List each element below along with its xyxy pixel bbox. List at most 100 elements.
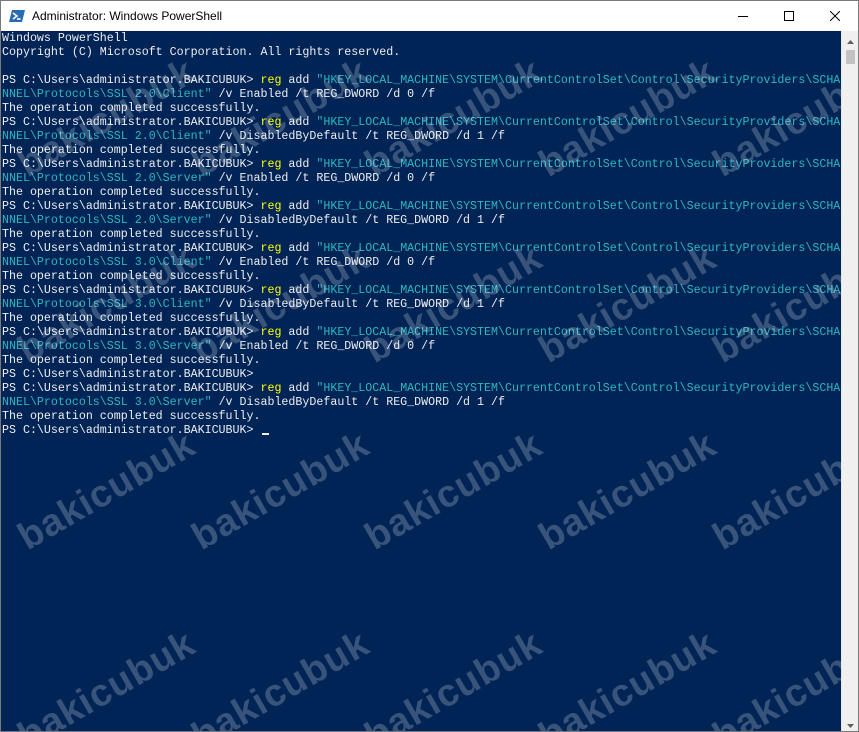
console-text: /v DisabledByDefault /t REG_DWORD /d 1 /… xyxy=(211,298,505,311)
console-text: /v Enabled /t REG_DWORD /d 0 /f xyxy=(211,256,436,269)
console-text: /v DisabledByDefault /t REG_DWORD /d 1 /… xyxy=(211,214,505,227)
console-text: PS C:\Users\administrator.BAKICUBUK> xyxy=(2,116,261,129)
console-line: The operation completed successfully. xyxy=(2,410,841,424)
console-line: NNEL\Protocols\SSL 3.0\Client" /v Enable… xyxy=(2,256,841,270)
minimize-icon xyxy=(738,11,748,21)
console-text: reg xyxy=(260,116,282,129)
console-text: add xyxy=(281,74,317,87)
powershell-window: Administrator: Windows PowerShell Window… xyxy=(0,0,859,732)
console-line: PS C:\Users\administrator.BAKICUBUK> reg… xyxy=(2,326,841,340)
console-text: PS C:\Users\administrator.BAKICUBUK> xyxy=(2,382,261,395)
scroll-down-button[interactable] xyxy=(842,715,858,732)
console-line: Windows PowerShell xyxy=(2,32,841,46)
console-text: Copyright (C) Microsoft Corporation. All… xyxy=(2,46,401,59)
console-text: PS C:\Users\administrator.BAKICUBUK> xyxy=(2,242,261,255)
powershell-icon xyxy=(9,8,25,24)
console-text: PS C:\Users\administrator.BAKICUBUK> xyxy=(2,74,261,87)
console-line: The operation completed successfully. xyxy=(2,186,841,200)
console-text: The operation completed successfully. xyxy=(2,270,261,283)
console-text: NNEL\Protocols\SSL 2.0\Client" xyxy=(2,130,212,143)
console-line: Copyright (C) Microsoft Corporation. All… xyxy=(2,46,841,60)
chevron-down-icon xyxy=(847,715,854,732)
console-text: "HKEY_LOCAL_MACHINE\SYSTEM\CurrentContro… xyxy=(316,242,841,255)
console-text: PS C:\Users\administrator.BAKICUBUK> xyxy=(2,200,261,213)
close-button[interactable] xyxy=(812,1,858,31)
console-text: add xyxy=(281,284,317,297)
console-line: PS C:\Users\administrator.BAKICUBUK> xyxy=(2,368,841,382)
console-line: PS C:\Users\administrator.BAKICUBUK> reg… xyxy=(2,284,841,298)
maximize-button[interactable] xyxy=(766,1,812,31)
console-text: add xyxy=(281,326,317,339)
console-text: /v DisabledByDefault /t REG_DWORD /d 1 /… xyxy=(211,130,505,143)
console-line: NNEL\Protocols\SSL 3.0\Server" /v Disabl… xyxy=(2,396,841,410)
console-text: reg xyxy=(260,284,282,297)
console-text: Windows PowerShell xyxy=(2,32,128,45)
console-line: NNEL\Protocols\SSL 2.0\Server" /v Disabl… xyxy=(2,214,841,228)
console-line: The operation completed successfully. xyxy=(2,270,841,284)
console-line: NNEL\Protocols\SSL 2.0\Client" /v Disabl… xyxy=(2,130,841,144)
console-text: PS C:\Users\administrator.BAKICUBUK> xyxy=(2,158,261,171)
console-text: /v DisabledByDefault /t REG_DWORD /d 1 /… xyxy=(211,396,505,409)
console-text: /v Enabled /t REG_DWORD /d 0 /f xyxy=(211,340,436,353)
vertical-scrollbar[interactable] xyxy=(841,31,858,732)
console-text: PS C:\Users\administrator.BAKICUBUK> xyxy=(2,284,261,297)
console-text: The operation completed successfully. xyxy=(2,144,261,157)
console-text: "HKEY_LOCAL_MACHINE\SYSTEM\CurrentContro… xyxy=(316,284,841,297)
console-text: "HKEY_LOCAL_MACHINE\SYSTEM\CurrentContro… xyxy=(316,200,841,213)
console-line: NNEL\Protocols\SSL 3.0\Client" /v Disabl… xyxy=(2,298,841,312)
console-text: /v Enabled /t REG_DWORD /d 0 /f xyxy=(211,88,436,101)
console-line: NNEL\Protocols\SSL 2.0\Client" /v Enable… xyxy=(2,88,841,102)
console-text: reg xyxy=(260,326,282,339)
console-text: reg xyxy=(260,200,282,213)
console-text: reg xyxy=(260,74,282,87)
chevron-up-icon xyxy=(847,31,854,49)
console-text: add xyxy=(281,116,317,129)
console-text: NNEL\Protocols\SSL 3.0\Server" xyxy=(2,396,212,409)
close-icon xyxy=(830,11,840,21)
console-text: "HKEY_LOCAL_MACHINE\SYSTEM\CurrentContro… xyxy=(316,158,841,171)
console-text: add xyxy=(281,200,317,213)
console-text: NNEL\Protocols\SSL 2.0\Server" xyxy=(2,214,212,227)
console-text: PS C:\Users\administrator.BAKICUBUK> xyxy=(2,326,261,339)
scroll-up-button[interactable] xyxy=(842,31,858,49)
console-text: reg xyxy=(260,382,282,395)
console-text: "HKEY_LOCAL_MACHINE\SYSTEM\CurrentContro… xyxy=(316,116,841,129)
console-text: /v Enabled /t REG_DWORD /d 0 /f xyxy=(211,172,436,185)
console-line: PS C:\Users\administrator.BAKICUBUK> reg… xyxy=(2,74,841,88)
console-text: reg xyxy=(260,158,282,171)
console-text: NNEL\Protocols\SSL 2.0\Client" xyxy=(2,88,212,101)
console-text: The operation completed successfully. xyxy=(2,312,261,325)
console-line: The operation completed successfully. xyxy=(2,102,841,116)
console-line: PS C:\Users\administrator.BAKICUBUK> xyxy=(2,424,841,438)
console-text: PS C:\Users\administrator.BAKICUBUK> xyxy=(2,424,261,437)
window-title: Administrator: Windows PowerShell xyxy=(32,9,223,23)
console-line: PS C:\Users\administrator.BAKICUBUK> reg… xyxy=(2,382,841,396)
console-text: add xyxy=(281,158,317,171)
text-cursor xyxy=(262,433,270,435)
console-line: NNEL\Protocols\SSL 2.0\Server" /v Enable… xyxy=(2,172,841,186)
console-line: PS C:\Users\administrator.BAKICUBUK> reg… xyxy=(2,116,841,130)
maximize-icon xyxy=(784,11,794,21)
console-line: The operation completed successfully. xyxy=(2,144,841,158)
minimize-button[interactable] xyxy=(720,1,766,31)
console-text: "HKEY_LOCAL_MACHINE\SYSTEM\CurrentContro… xyxy=(316,382,841,395)
console-line: The operation completed successfully. xyxy=(2,354,841,368)
console-text: add xyxy=(281,242,317,255)
console-text: NNEL\Protocols\SSL 3.0\Server" xyxy=(2,340,212,353)
console-text: The operation completed successfully. xyxy=(2,354,261,367)
console-text: NNEL\Protocols\SSL 3.0\Client" xyxy=(2,298,212,311)
console-text: add xyxy=(281,382,317,395)
console-text: NNEL\Protocols\SSL 2.0\Server" xyxy=(2,172,212,185)
console-line: PS C:\Users\administrator.BAKICUBUK> reg… xyxy=(2,242,841,256)
console-line: PS C:\Users\administrator.BAKICUBUK> reg… xyxy=(2,200,841,214)
console-text: The operation completed successfully. xyxy=(2,186,261,199)
console-text: reg xyxy=(260,242,282,255)
console-text: The operation completed successfully. xyxy=(2,228,261,241)
title-bar[interactable]: Administrator: Windows PowerShell xyxy=(1,1,858,31)
console-line: NNEL\Protocols\SSL 3.0\Server" /v Enable… xyxy=(2,340,841,354)
scrollbar-thumb[interactable] xyxy=(846,50,855,64)
console-text: PS C:\Users\administrator.BAKICUBUK> xyxy=(2,368,254,381)
console-text: "HKEY_LOCAL_MACHINE\SYSTEM\CurrentContro… xyxy=(316,326,841,339)
console-line: The operation completed successfully. xyxy=(2,228,841,242)
console-area[interactable]: Windows PowerShell Copyright (C) Microsof… xyxy=(1,31,841,731)
